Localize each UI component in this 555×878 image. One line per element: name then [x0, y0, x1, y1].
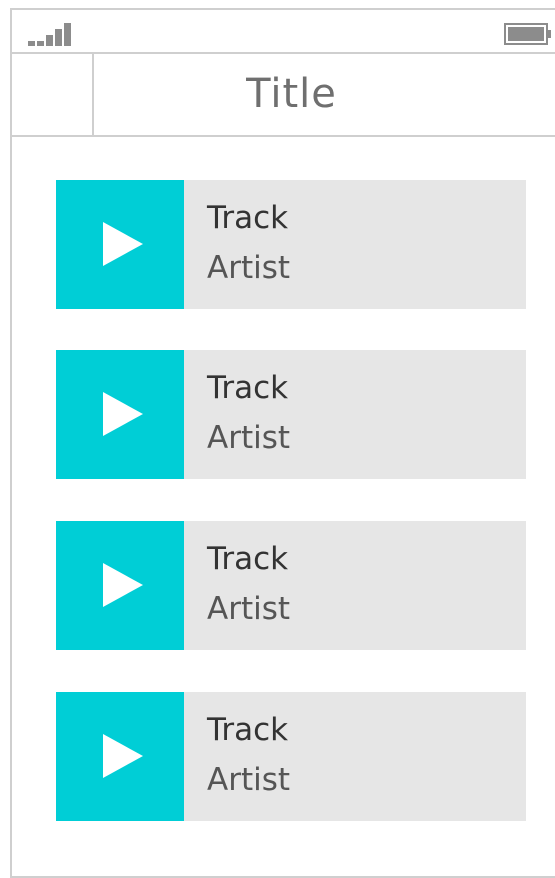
artist-name: Artist: [207, 762, 291, 798]
track-list-item[interactable]: Track Artist: [56, 521, 526, 650]
play-button[interactable]: [56, 692, 184, 821]
track-title: Track: [207, 541, 289, 577]
phone-frame: Title Track Artist Track Artist Track Ar…: [10, 8, 555, 878]
play-icon: [103, 392, 143, 436]
track-title: Track: [207, 200, 289, 236]
track-list-item[interactable]: Track Artist: [56, 350, 526, 479]
track-list-item[interactable]: Track Artist: [56, 692, 526, 821]
play-icon: [103, 222, 143, 266]
track-list-item[interactable]: Track Artist: [56, 180, 526, 309]
artist-name: Artist: [207, 591, 291, 627]
artist-name: Artist: [207, 250, 291, 286]
artist-name: Artist: [207, 420, 291, 456]
track-list: Track Artist Track Artist Track Artist T…: [12, 10, 555, 876]
play-button[interactable]: [56, 350, 184, 479]
play-icon: [103, 563, 143, 607]
play-icon: [103, 734, 143, 778]
play-button[interactable]: [56, 521, 184, 650]
track-title: Track: [207, 712, 289, 748]
track-title: Track: [207, 370, 289, 406]
play-button[interactable]: [56, 180, 184, 309]
